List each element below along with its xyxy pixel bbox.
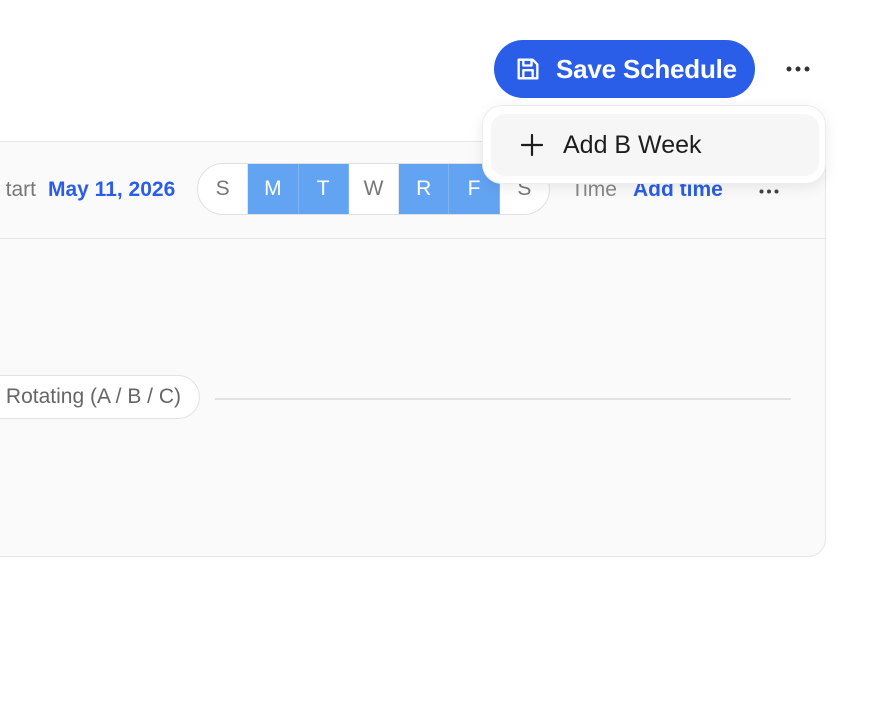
floppy-disk-icon [514,55,542,83]
day-toggle-tuesday[interactable]: T [298,164,349,214]
menu-item-add-b-week[interactable]: Add B Week [491,114,819,176]
menu-item-label: Add B Week [563,130,702,159]
schedule-card: tart May 11, 2026 S M T W R F S Time Add… [0,141,826,557]
save-schedule-button[interactable]: Save Schedule [494,40,755,98]
day-toggle-thursday[interactable]: R [399,164,450,214]
day-toggle-sunday[interactable]: S [198,164,249,214]
day-toggle-monday[interactable]: M [248,164,299,214]
day-toggle-wednesday[interactable]: W [349,164,400,214]
save-schedule-label: Save Schedule [556,53,737,84]
rotation-type-pill[interactable]: Rotating (A / B / C) [0,375,200,419]
start-date-link[interactable]: May 11, 2026 [48,178,175,202]
divider [215,398,791,400]
plus-icon [521,134,543,156]
more-options-button[interactable] [778,52,818,84]
more-options-menu: Add B Week [482,105,826,184]
ellipsis-horizontal-icon [786,59,810,77]
start-label: tart [5,178,36,201]
